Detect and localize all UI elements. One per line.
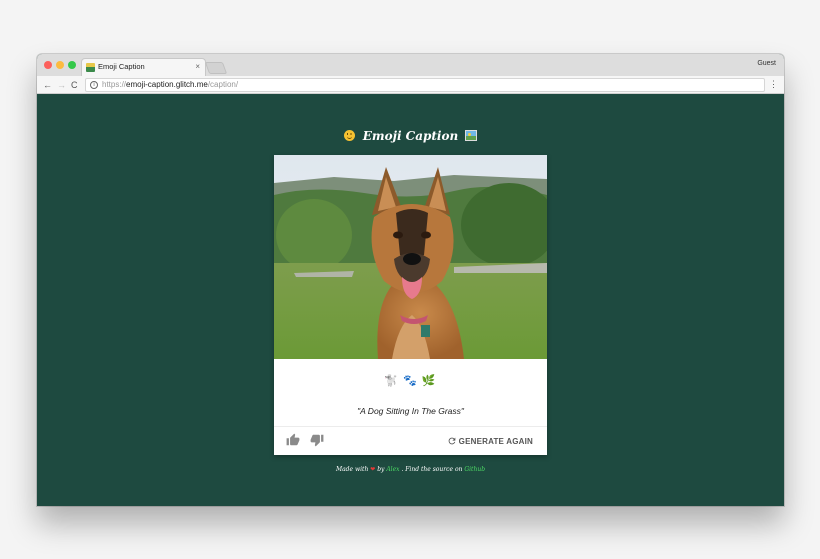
tab-close-icon[interactable]: × — [195, 62, 200, 72]
smile-emoji-icon — [343, 130, 355, 141]
maximize-window-button[interactable] — [68, 61, 76, 69]
generate-again-label: GENERATE AGAIN — [458, 436, 533, 446]
footer-by: by — [377, 466, 385, 473]
tab-title: Emoji Caption — [98, 62, 145, 71]
dog-photo — [274, 155, 547, 359]
browser-tab[interactable]: Emoji Caption × — [81, 58, 206, 76]
close-window-button[interactable] — [44, 61, 52, 69]
forward-arrow-icon[interactable]: → — [57, 79, 66, 91]
address-bar: ← → C i https://emoji-caption.glitch.me/… — [37, 76, 784, 94]
new-tab-button[interactable] — [204, 62, 228, 74]
generate-again-button[interactable]: GENERATE AGAIN — [447, 435, 533, 447]
thumbs-down-icon — [310, 434, 324, 447]
thumbs-up-button[interactable] — [286, 433, 300, 447]
back-arrow-icon[interactable]: ← — [43, 79, 52, 91]
herb-emoji-icon: 🌿 — [421, 375, 437, 387]
dog-photo-illustration — [274, 155, 547, 359]
refresh-icon — [448, 437, 455, 445]
thumbs-up-icon — [286, 433, 300, 446]
url-input[interactable]: i https://emoji-caption.glitch.me/captio… — [85, 78, 765, 92]
minimize-window-button[interactable] — [56, 61, 64, 69]
profile-label[interactable]: Guest — [757, 60, 776, 67]
browser-window: Emoji Caption × Guest ← → C i https://em… — [37, 54, 784, 506]
card-divider — [274, 426, 547, 427]
page-title: Emoji Caption — [37, 129, 784, 143]
favicon-icon — [86, 63, 95, 72]
emoji-caption: 🐩 🐾 🌿 — [274, 374, 547, 387]
github-link[interactable]: Github — [464, 466, 485, 473]
footer-made-with: Made with — [335, 466, 369, 473]
thumbs-down-button[interactable] — [310, 433, 324, 447]
heart-icon: ❤ — [370, 466, 376, 473]
paw-prints-emoji-icon: 🐾 — [403, 375, 418, 387]
browser-titlebar: Emoji Caption × Guest — [37, 54, 784, 76]
caption-card: 🐩 🐾 🌿 "A Dog Sitting In The Grass" GENER… — [274, 155, 547, 455]
reload-icon[interactable]: C — [71, 79, 78, 91]
browser-menu-icon[interactable]: ⋮ — [769, 79, 778, 89]
info-icon[interactable]: i — [90, 81, 98, 89]
caption-text: "A Dog Sitting In The Grass" — [357, 406, 464, 416]
picture-emoji-icon — [465, 130, 478, 141]
author-link[interactable]: Alex — [386, 466, 399, 473]
footer-find-source: . Find the source on — [401, 466, 463, 473]
url-text: https://emoji-caption.glitch.me/caption/ — [102, 80, 239, 89]
page-footer: Made with ❤ by Alex . Find the source on… — [37, 466, 784, 473]
page-title-text: Emoji Caption — [362, 129, 459, 143]
poodle-emoji-icon: 🐩 — [384, 375, 400, 387]
